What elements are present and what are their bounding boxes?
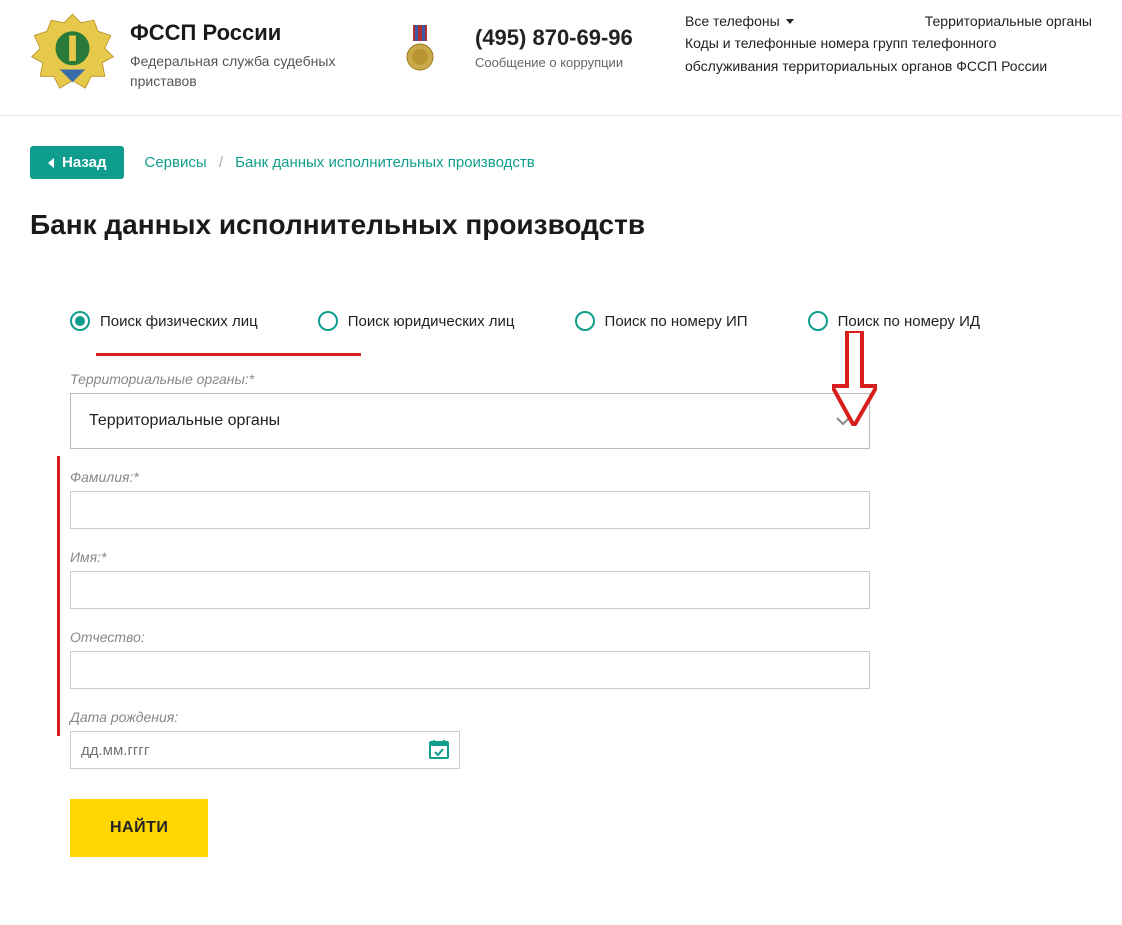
select-value: Территориальные органы — [89, 412, 280, 430]
topbar: Назад Сервисы / Банк данных исполнительн… — [30, 146, 1092, 179]
patronymic-input[interactable] — [70, 651, 870, 689]
phone-number[interactable]: (495) 870-69-96 — [475, 25, 665, 51]
back-button[interactable]: Назад — [30, 146, 124, 179]
radio-icon — [318, 311, 338, 331]
field-lastname: Фамилия:* — [70, 469, 870, 529]
label-patronymic: Отчество: — [70, 629, 870, 645]
header: ФССП России Федеральная служба судебных … — [0, 0, 1122, 116]
search-tabs: Поиск физических лиц Поиск юридических л… — [30, 311, 1092, 331]
medal-icon — [405, 25, 435, 73]
breadcrumb: Сервисы / Банк данных исполнительных про… — [144, 154, 534, 171]
org-block: ФССП России Федеральная служба судебных … — [130, 10, 385, 91]
all-phones-label: Все телефоны — [685, 10, 780, 32]
field-territory: Территориальные органы:* Территориальные… — [70, 371, 870, 449]
content: Назад Сервисы / Банк данных исполнительн… — [0, 116, 1122, 897]
field-firstname: Имя:* — [70, 549, 870, 609]
dob-input[interactable] — [70, 731, 460, 769]
breadcrumb-sep: / — [219, 154, 223, 171]
all-phones-link[interactable]: Все телефоны — [685, 10, 794, 32]
calendar-icon[interactable] — [428, 738, 450, 760]
breadcrumb-services[interactable]: Сервисы — [144, 154, 206, 171]
underline-annotation — [96, 353, 361, 356]
chevron-down-icon — [835, 413, 851, 429]
territory-select[interactable]: Территориальные органы — [70, 393, 870, 449]
radio-icon — [808, 311, 828, 331]
label-lastname: Фамилия:* — [70, 469, 870, 485]
codes-link[interactable]: Коды и телефонные номера групп телефонно… — [685, 32, 1092, 77]
radio-icon — [575, 311, 595, 331]
phone-subtitle: Сообщение о коррупции — [475, 55, 665, 70]
tab-label: Поиск юридических лиц — [348, 313, 515, 330]
label-dob: Дата рождения: — [70, 709, 870, 725]
tab-label: Поиск по номеру ИП — [605, 313, 748, 330]
chevron-left-icon — [48, 158, 54, 168]
bar-annotation — [57, 456, 60, 736]
org-subtitle: Федеральная служба судебных приставов — [130, 52, 385, 91]
phone-block: (495) 870-69-96 Сообщение о коррупции — [475, 10, 665, 70]
tab-id-number[interactable]: Поиск по номеру ИД — [808, 311, 980, 331]
tab-label: Поиск по номеру ИД — [838, 313, 980, 330]
back-label: Назад — [62, 154, 106, 171]
page-title: Банк данных исполнительных производств — [30, 209, 1092, 241]
caret-down-icon — [786, 19, 794, 24]
logo-emblem — [30, 10, 115, 95]
header-links: Все телефоны Территориальные органы Коды… — [685, 10, 1092, 77]
tab-ip-number[interactable]: Поиск по номеру ИП — [575, 311, 748, 331]
search-button[interactable]: НАЙТИ — [70, 799, 208, 857]
search-form: Территориальные органы:* Территориальные… — [30, 371, 870, 857]
radio-icon — [70, 311, 90, 331]
field-dob: Дата рождения: — [70, 709, 870, 769]
lastname-input[interactable] — [70, 491, 870, 529]
label-firstname: Имя:* — [70, 549, 870, 565]
tab-legal-entities[interactable]: Поиск юридических лиц — [318, 311, 515, 331]
breadcrumb-current[interactable]: Банк данных исполнительных производств — [235, 154, 535, 171]
field-patronymic: Отчество: — [70, 629, 870, 689]
org-title: ФССП России — [130, 20, 385, 46]
firstname-input[interactable] — [70, 571, 870, 609]
territorial-link[interactable]: Территориальные органы — [925, 10, 1092, 32]
tab-label: Поиск физических лиц — [100, 313, 258, 330]
tab-individuals[interactable]: Поиск физических лиц — [70, 311, 258, 331]
label-territory: Территориальные органы:* — [70, 371, 870, 387]
